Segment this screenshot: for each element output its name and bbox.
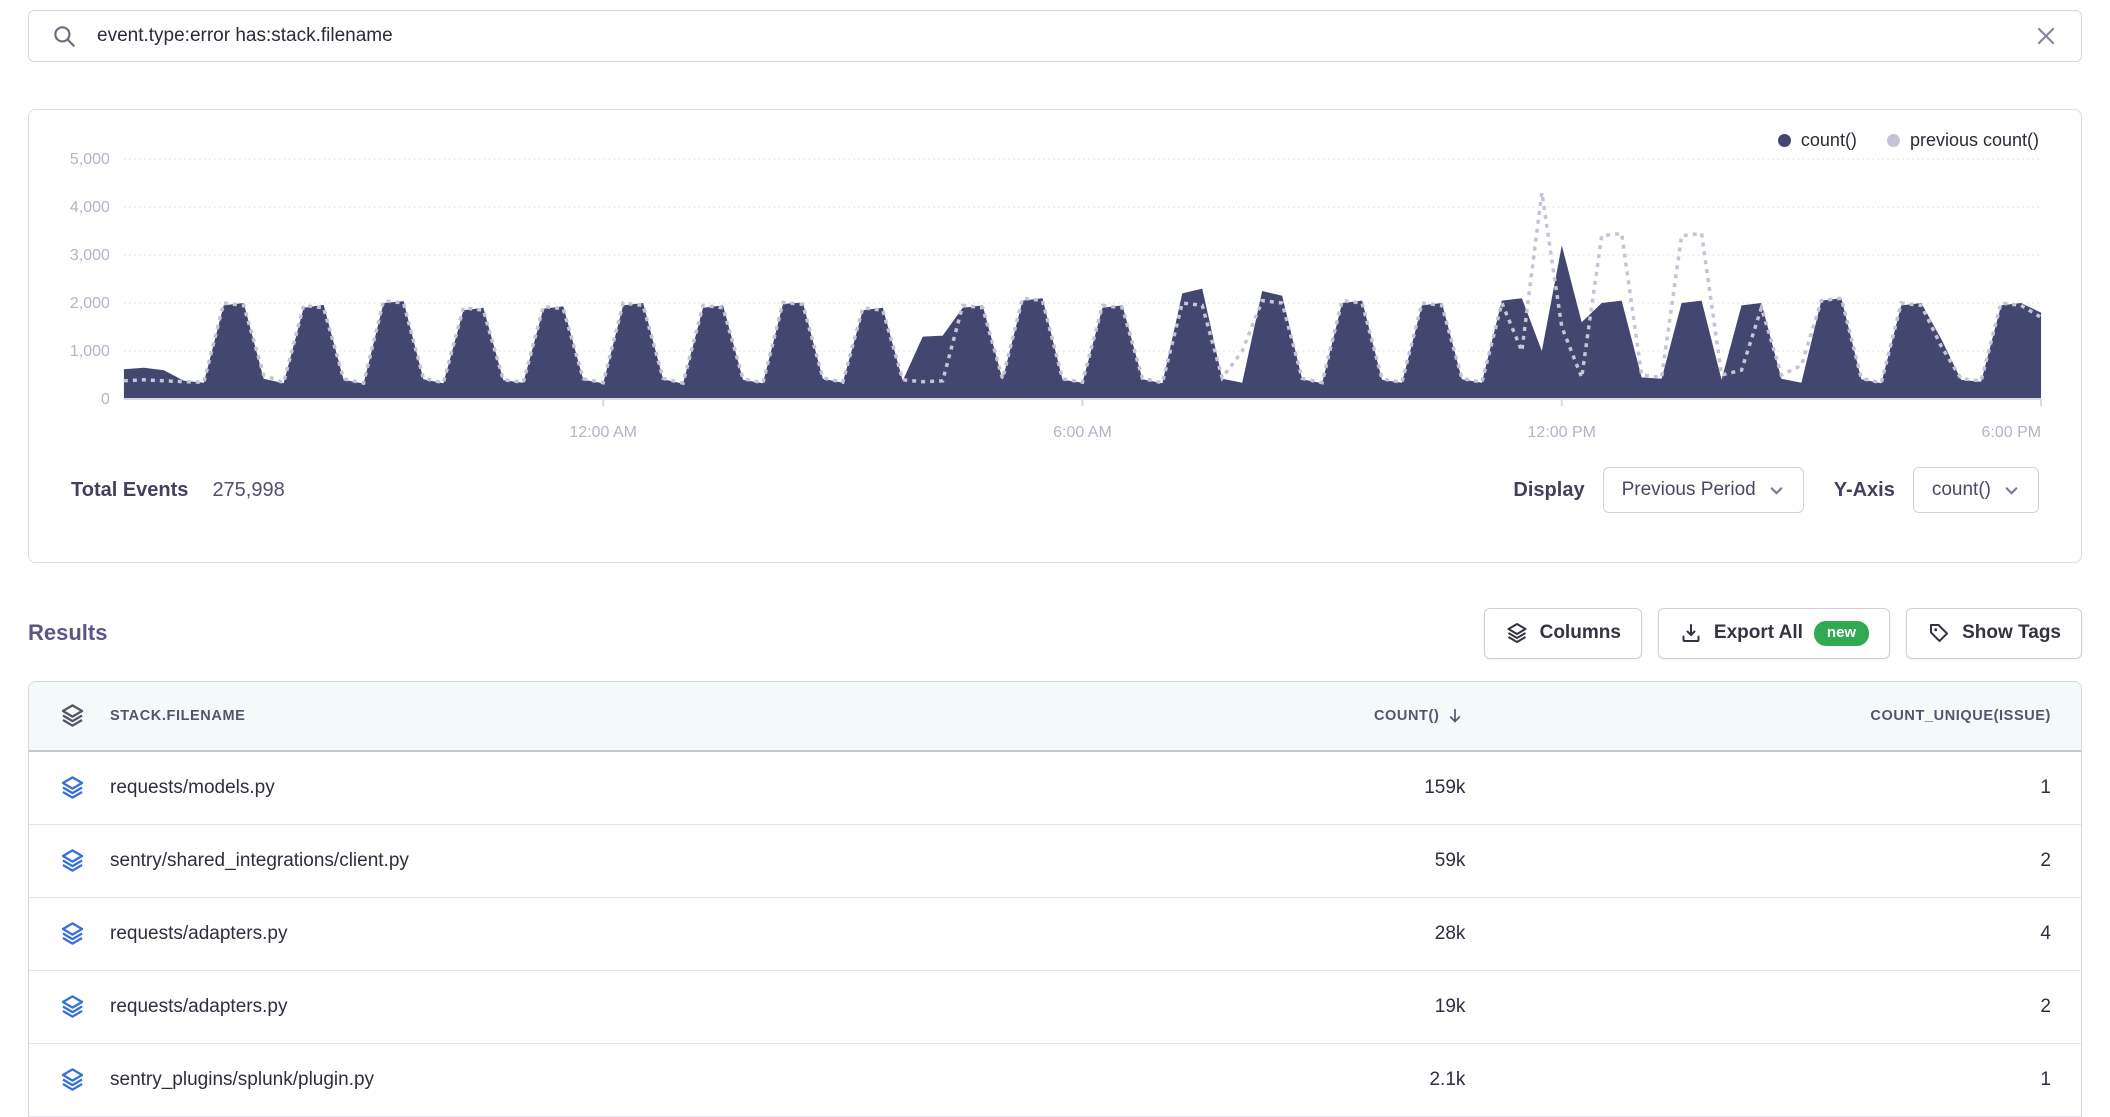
table-header-row: STACK.FILENAME COUNT() COUNT_UNIQUE(ISSU… [29, 682, 2081, 752]
table-row[interactable]: sentry_plugins/splunk/plugin.py 2.1k1 [29, 1044, 2081, 1117]
svg-text:3,000: 3,000 [70, 247, 110, 264]
svg-text:12:00 PM: 12:00 PM [1528, 424, 1596, 441]
header-filename-label: STACK.FILENAME [110, 708, 245, 724]
results-toolbar: Columns Export All new Show Tags [1484, 608, 2082, 659]
table-row[interactable]: requests/adapters.py 19k2 [29, 971, 2081, 1044]
columns-button[interactable]: Columns [1484, 608, 1642, 659]
chevron-down-icon [1768, 482, 1785, 499]
chart-controls: Display Previous Period Y-Axis count() [1513, 467, 2039, 513]
clear-search-icon[interactable] [2033, 23, 2059, 49]
unique-cell: 1 [1465, 777, 2081, 799]
filename-cell[interactable]: requests/adapters.py [110, 996, 287, 1018]
layers-icon [1505, 621, 1529, 645]
events-chart-card: count() previous count() 0 1,000 2,000 3,000… [28, 109, 2082, 563]
yaxis-dropdown-value: count() [1932, 479, 1991, 501]
results-title: Results [28, 620, 107, 646]
legend-label: count() [1801, 130, 1857, 151]
filename-cell[interactable]: sentry_plugins/splunk/plugin.py [110, 1069, 374, 1091]
count-cell: 59k [1301, 850, 1465, 872]
header-stack-filename[interactable]: STACK.FILENAME [29, 702, 1301, 729]
export-all-button[interactable]: Export All new [1658, 608, 1890, 659]
header-count[interactable]: COUNT() [1301, 706, 1465, 726]
svg-text:1,000: 1,000 [70, 343, 110, 360]
tag-icon [1927, 621, 1951, 645]
unique-cell: 2 [1465, 996, 2081, 1018]
display-label: Display [1513, 479, 1584, 502]
header-count-unique-label: COUNT_UNIQUE(ISSUE) [1870, 708, 2051, 724]
table-row[interactable]: requests/models.py 159k1 [29, 752, 2081, 825]
svg-text:2,000: 2,000 [70, 295, 110, 312]
stack-icon [59, 1066, 86, 1093]
count-cell: 19k [1301, 996, 1465, 1018]
stack-icon [59, 993, 86, 1020]
stack-icon [59, 774, 86, 801]
table-row[interactable]: requests/adapters.py 28k4 [29, 898, 2081, 971]
svg-text:6:00 AM: 6:00 AM [1053, 424, 1112, 441]
export-all-button-label: Export All [1714, 622, 1803, 644]
sort-desc-icon [1445, 706, 1465, 726]
filename-cell[interactable]: requests/adapters.py [110, 923, 287, 945]
area-chart-canvas[interactable]: 0 1,000 2,000 3,000 4,000 5,000 12:00 AM 6:00 A… [29, 151, 2081, 451]
show-tags-button-label: Show Tags [1962, 622, 2061, 644]
display-dropdown[interactable]: Previous Period [1603, 467, 1804, 513]
stack-icon [59, 847, 86, 874]
svg-text:0: 0 [101, 391, 110, 408]
stack-icon [59, 920, 86, 947]
chevron-down-icon [2003, 482, 2020, 499]
search-input[interactable] [95, 24, 2015, 48]
results-header-row: Results Columns Export All new Show Tags [28, 608, 2082, 659]
new-badge: new [1814, 621, 1869, 646]
show-tags-button[interactable]: Show Tags [1906, 608, 2082, 659]
legend-item[interactable]: previous count() [1887, 130, 2039, 151]
results-table: STACK.FILENAME COUNT() COUNT_UNIQUE(ISSU… [28, 681, 2082, 1117]
chart-footer: Total Events 275,998 Display Previous Pe… [29, 451, 2081, 529]
count-cell: 28k [1301, 923, 1465, 945]
discover-page: count() previous count() 0 1,000 2,000 3,000… [0, 0, 2110, 1117]
unique-cell: 4 [1465, 923, 2081, 945]
legend-dot [1778, 134, 1791, 147]
total-events: Total Events 275,998 [71, 479, 285, 502]
events-chart[interactable]: 0 1,000 2,000 3,000 4,000 5,000 12:00 AM 6:00 A… [29, 151, 2081, 451]
count-cell: 2.1k [1301, 1069, 1465, 1091]
display-dropdown-value: Previous Period [1622, 479, 1756, 501]
count-cell: 159k [1301, 777, 1465, 799]
svg-text:12:00 AM: 12:00 AM [569, 424, 637, 441]
legend-item[interactable]: count() [1778, 130, 1857, 151]
table-row[interactable]: sentry/shared_integrations/client.py 59k2 [29, 825, 2081, 898]
yaxis-dropdown[interactable]: count() [1913, 467, 2039, 513]
svg-text:4,000: 4,000 [70, 199, 110, 216]
yaxis-label: Y-Axis [1834, 479, 1895, 502]
header-count-label: COUNT() [1374, 708, 1439, 724]
legend-label: previous count() [1910, 130, 2039, 151]
legend-dot [1887, 134, 1900, 147]
svg-text:6:00 PM: 6:00 PM [1982, 424, 2042, 441]
search-icon [51, 23, 77, 49]
chart-legend: count() previous count() [29, 110, 2081, 151]
columns-button-label: Columns [1540, 622, 1621, 644]
total-events-value: 275,998 [212, 479, 284, 502]
header-count-unique[interactable]: COUNT_UNIQUE(ISSUE) [1465, 708, 2081, 724]
search-bar[interactable] [28, 10, 2082, 62]
layers-icon [59, 702, 86, 729]
filename-cell[interactable]: requests/models.py [110, 777, 275, 799]
total-events-label: Total Events [71, 479, 188, 502]
download-icon [1679, 621, 1703, 645]
table-body: requests/models.py159k1sentry/shared_int… [29, 752, 2081, 1117]
svg-text:5,000: 5,000 [70, 151, 110, 168]
filename-cell[interactable]: sentry/shared_integrations/client.py [110, 850, 409, 872]
unique-cell: 2 [1465, 850, 2081, 872]
unique-cell: 1 [1465, 1069, 2081, 1091]
